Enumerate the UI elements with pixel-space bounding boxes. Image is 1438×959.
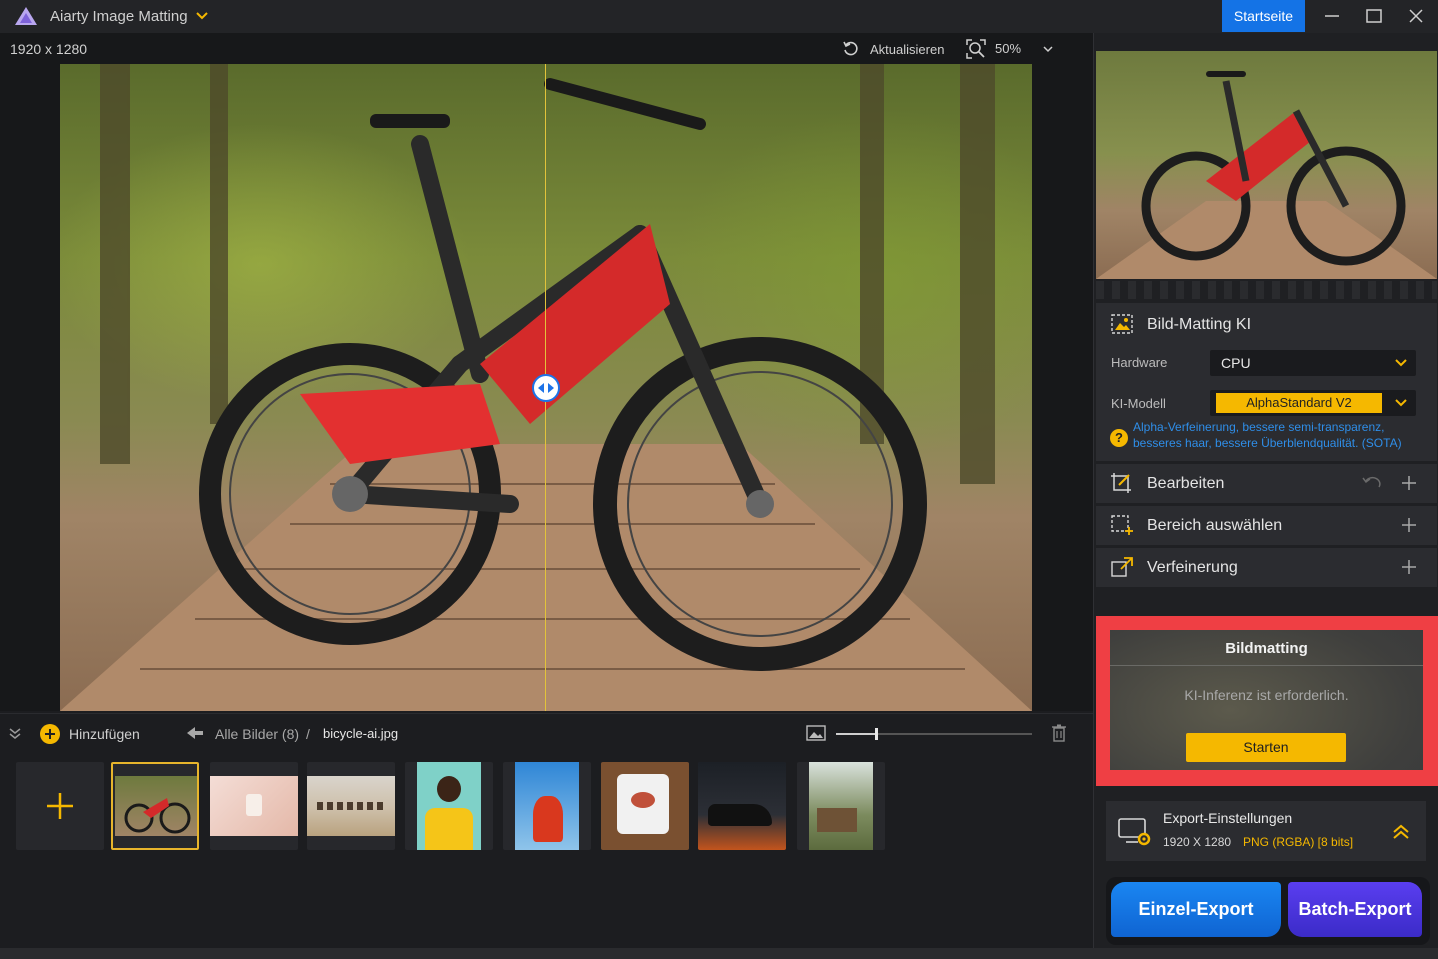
select-area-section[interactable]: Bereich auswählen [1096,506,1437,545]
help-icon[interactable]: ? [1110,429,1128,447]
expand-plus-icon[interactable] [1401,517,1417,533]
filmstrip-toolbar: Hinzufügen Alle Bilder (8) / bicycle-ai.… [0,713,1093,751]
slider-fill [836,733,875,735]
all-images-link[interactable]: Alle Bilder (8) [215,726,299,742]
back-arrow-icon[interactable] [186,726,204,740]
right-panel: Bild-Matting KI Hardware CPU KI-Modell A… [1093,33,1438,948]
refine-section-title: Verfeinerung [1147,559,1238,576]
divider [1110,665,1423,666]
home-button[interactable]: Startseite [1222,0,1305,32]
model-value: AlphaStandard V2 [1216,393,1382,413]
maximize-icon[interactable] [1364,6,1384,26]
thumbnail-tshirt[interactable] [601,762,689,850]
export-buttons: Einzel-Export Batch-Export [1106,877,1430,945]
edit-icon [1111,473,1131,493]
model-description: Alpha-Verfeinerung, bessere semi-transpa… [1133,420,1402,450]
thumbnail-sneaker[interactable] [698,762,786,850]
start-button[interactable]: Starten [1186,733,1346,762]
chevron-down-icon [1395,359,1407,367]
split-arrows-icon [538,383,554,393]
export-settings-title: Export-Einstellungen [1163,810,1293,826]
model-select[interactable]: AlphaStandard V2 [1210,390,1416,416]
filmstrip [0,752,1093,948]
add-image-tile[interactable] [16,762,104,850]
trash-icon[interactable] [1051,724,1067,742]
inference-message: KI-Inferenz ist erforderlich. [1184,687,1349,703]
title-bar: Aiarty Image Matting Startseite [0,0,1438,33]
thumbnail-woman-yellow[interactable] [405,762,493,850]
zoom-fit-icon[interactable] [965,38,987,60]
expand-plus-icon[interactable] [1401,559,1417,575]
single-export-button[interactable]: Einzel-Export [1111,882,1281,937]
thumbnail-bicycle[interactable] [111,762,199,850]
refresh-button[interactable]: Aktualisieren [870,42,944,57]
thumbnail-cabin[interactable] [797,762,885,850]
selection-icon [1111,515,1133,535]
thumbnail-perfume[interactable] [210,762,298,850]
refine-icon [1111,557,1133,577]
chevron-down-icon [1395,399,1407,407]
export-settings-icon [1118,818,1151,846]
preview-image [1096,51,1437,279]
chevron-down-icon[interactable] [195,10,209,22]
add-images-button[interactable]: Hinzufügen [69,726,140,742]
app-logo-icon [15,7,37,25]
minimize-icon[interactable] [1322,6,1342,26]
zoom-level[interactable]: 50% [995,41,1021,56]
add-icon[interactable] [40,724,60,744]
export-dimensions: 1920 X 1280 [1163,835,1232,849]
compare-handle[interactable] [532,374,560,402]
matting-title: Bildmatting [1225,640,1308,657]
slider-handle[interactable] [875,728,878,740]
chevron-up-icon[interactable] [1392,823,1410,841]
ai-image-icon [1111,314,1133,334]
edit-section[interactable]: Bearbeiten [1096,464,1437,503]
preview-divider [1096,281,1437,299]
image-size-icon [806,725,826,741]
thumbnail-camels[interactable] [307,762,395,850]
preview-bicycle [1096,71,1437,279]
batch-export-button[interactable]: Batch-Export [1288,882,1422,937]
canvas-area: 1920 x 1280 Aktualisieren 50% [0,33,1093,711]
plus-icon [47,793,73,819]
expand-plus-icon[interactable] [1401,475,1417,491]
breadcrumb-separator: / [306,726,310,742]
app-window: Aiarty Image Matting Startseite 1920 x 1… [0,0,1438,959]
refresh-icon[interactable] [842,40,860,58]
select-area-title: Bereich auswählen [1147,517,1283,534]
undo-icon[interactable] [1361,475,1381,491]
image-dimensions: 1920 x 1280 [10,41,88,57]
current-file-name: bicycle-ai.jpg [323,726,399,741]
collapse-icon[interactable] [8,726,22,740]
edit-section-title: Bearbeiten [1147,475,1225,492]
hardware-label: Hardware [1111,355,1168,370]
thumbnail-size-slider[interactable] [836,728,1032,740]
ai-section-title: Bild-Matting KI [1147,316,1252,333]
model-label: KI-Modell [1111,396,1166,411]
hardware-select[interactable]: CPU [1210,350,1416,376]
export-format: PNG (RGBA) [8 bits] [1243,835,1354,849]
chevron-down-icon[interactable] [1042,44,1054,54]
hardware-value: CPU [1221,355,1251,371]
app-title: Aiarty Image Matting [50,8,188,25]
refine-section[interactable]: Verfeinerung [1096,548,1437,587]
matting-card: Bildmatting KI-Inferenz ist erforderlich… [1110,630,1423,770]
status-bar [0,948,1438,959]
thumbnail-red-dress[interactable] [503,762,591,850]
close-icon[interactable] [1406,6,1426,26]
export-settings[interactable]: Export-Einstellungen 1920 X 1280 PNG (RG… [1106,801,1426,861]
matting-highlight: Bildmatting KI-Inferenz ist erforderlich… [1096,616,1438,786]
